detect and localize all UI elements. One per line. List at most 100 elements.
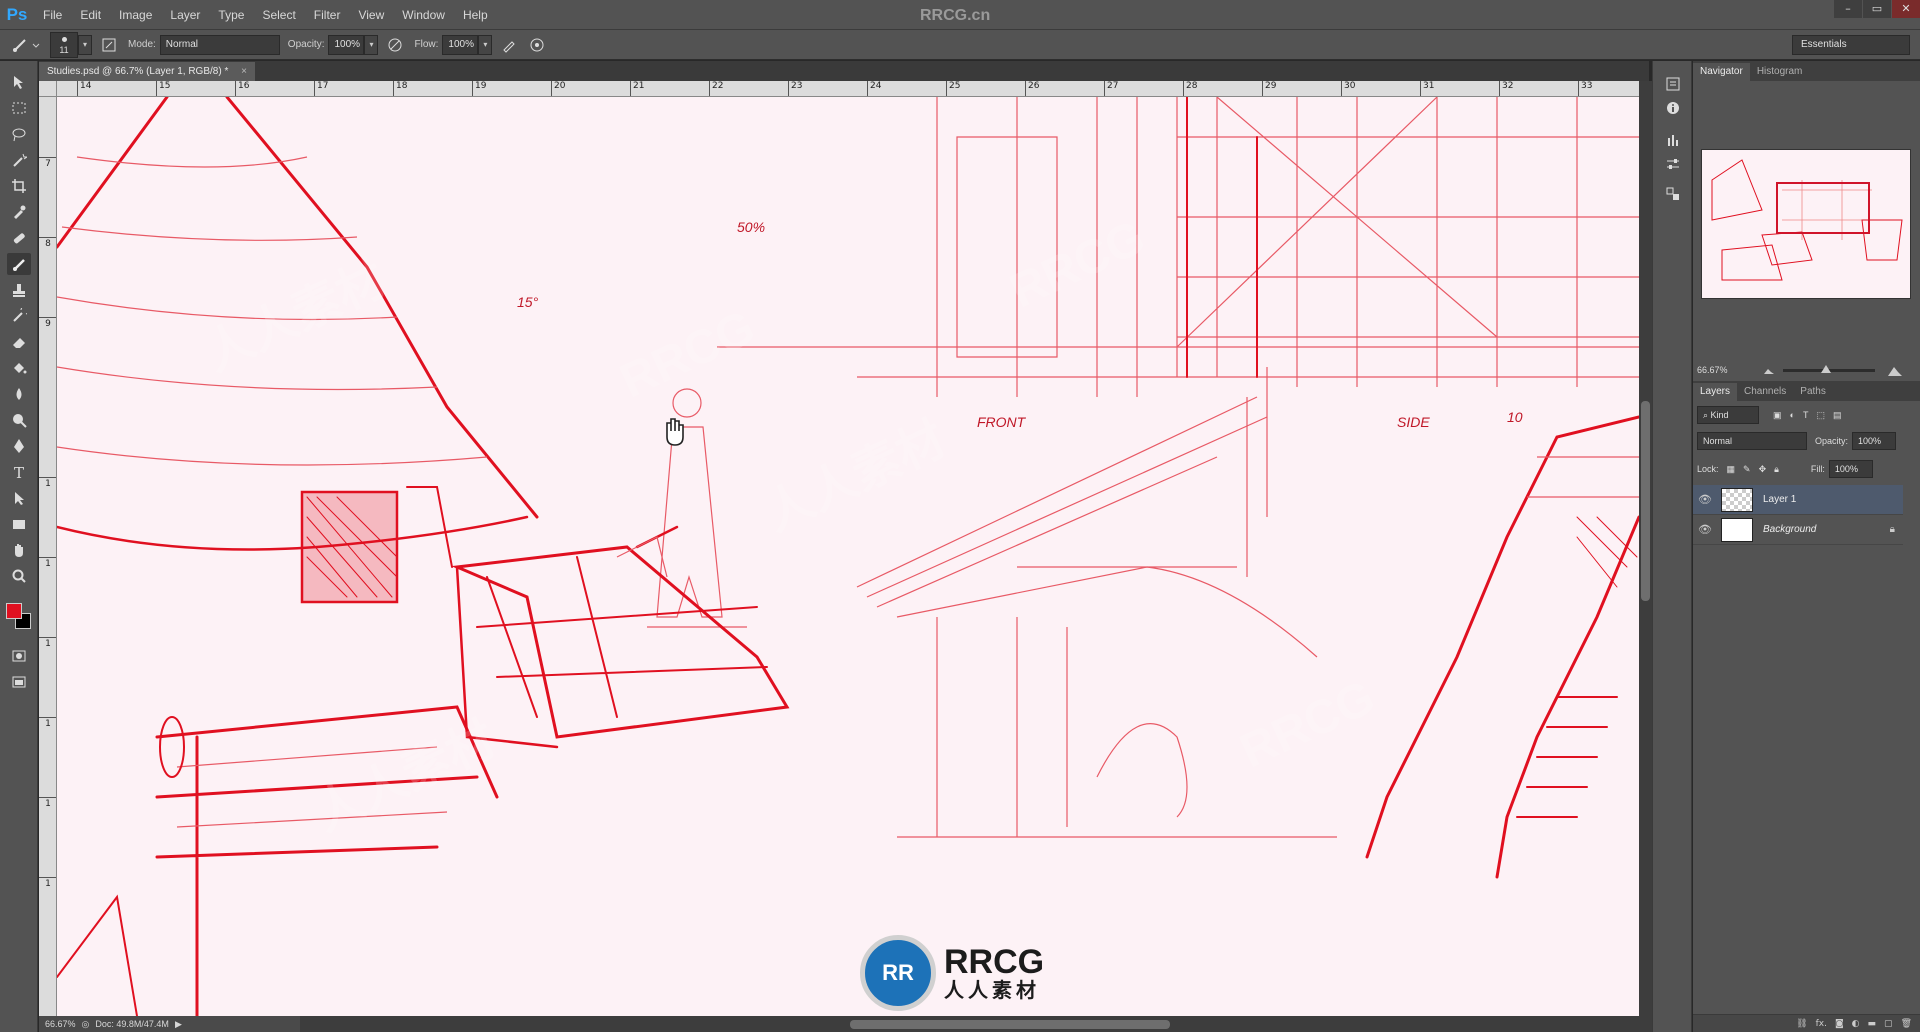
healing-brush-tool[interactable] — [7, 227, 31, 249]
status-menu-arrow[interactable]: ▶ — [175, 1019, 182, 1030]
visibility-eye-icon[interactable]: 👁︎ — [1693, 523, 1717, 536]
opacity-input[interactable]: 100% — [328, 34, 365, 55]
document-tab[interactable]: Studies.psd @ 66.7% (Layer 1, RGB/8) * × — [39, 62, 255, 81]
layer-opacity-input[interactable]: 100% — [1852, 432, 1897, 450]
lasso-tool[interactable] — [7, 123, 31, 145]
lock-all-icon[interactable]: 🔒︎ — [1774, 464, 1779, 475]
smart-object-filter-icon[interactable]: ▤ — [1833, 410, 1842, 421]
history-panel-button[interactable] — [1662, 73, 1684, 95]
layer-row-layer-1[interactable]: 👁︎ Layer 1 — [1693, 485, 1903, 515]
flow-input[interactable]: 100% — [442, 34, 479, 55]
restore-button[interactable]: ▭ — [1863, 0, 1891, 18]
crop-tool[interactable] — [7, 175, 31, 197]
flow-slider-toggle[interactable]: ▾ — [478, 34, 493, 55]
zoom-in-mountain-icon[interactable] — [1887, 362, 1903, 378]
new-group-icon[interactable]: ▬ — [1868, 1019, 1877, 1029]
lock-transparency-icon[interactable]: ▦ — [1727, 464, 1736, 475]
paint-bucket-tool[interactable] — [7, 357, 31, 379]
zoom-level[interactable]: 66.67% — [45, 1019, 76, 1029]
minimize-button[interactable]: – — [1834, 0, 1862, 18]
brush-tool[interactable] — [7, 253, 31, 275]
menu-layer[interactable]: Layer — [161, 8, 209, 22]
tab-histogram[interactable]: Histogram — [1750, 63, 1810, 81]
zoom-slider-knob[interactable] — [1821, 365, 1831, 373]
brush-presets-button[interactable] — [1662, 129, 1684, 151]
adjustment-filter-icon[interactable]: ◐ — [1790, 410, 1795, 421]
history-brush-tool[interactable] — [7, 305, 31, 327]
airbrush-toggle[interactable] — [498, 34, 520, 56]
adjustments-button[interactable] — [1662, 153, 1684, 175]
workspace-switcher[interactable]: Essentials — [1792, 35, 1910, 55]
eraser-tool[interactable] — [7, 331, 31, 353]
vertical-scrollbar[interactable] — [1639, 81, 1652, 1016]
menu-filter[interactable]: Filter — [305, 8, 350, 22]
document-canvas[interactable]: FRONT SIDE 50% 15° 10 人人素材 人人素材 RRCG RRC… — [57, 97, 1639, 1016]
dodge-tool[interactable] — [7, 409, 31, 431]
pixel-filter-icon[interactable]: ▣ — [1773, 410, 1782, 421]
horizontal-ruler[interactable]: 14 15 16 17 18 19 20 21 22 23 24 25 26 2… — [57, 81, 1639, 97]
lock-position-icon[interactable]: ✥ — [1759, 464, 1767, 475]
layer-fill-input[interactable]: 100% — [1828, 460, 1873, 478]
blend-mode-select[interactable]: Normal — [1697, 432, 1807, 450]
ruler-origin[interactable] — [39, 81, 57, 97]
hand-tool[interactable] — [7, 539, 31, 561]
color-swatches[interactable] — [4, 601, 34, 635]
close-document-button[interactable]: × — [241, 66, 247, 77]
clone-stamp-tool[interactable] — [7, 279, 31, 301]
menu-type[interactable]: Type — [209, 8, 253, 22]
tab-layers[interactable]: Layers — [1693, 383, 1738, 401]
info-panel-button[interactable] — [1662, 97, 1684, 119]
navigator-zoom-slider[interactable] — [1783, 365, 1875, 373]
move-tool[interactable] — [7, 71, 31, 93]
tab-navigator[interactable]: Navigator — [1693, 63, 1750, 81]
lock-pixels-icon[interactable]: ✎ — [1743, 464, 1751, 475]
clone-source-button[interactable] — [1662, 183, 1684, 205]
zoom-out-mountain-icon[interactable] — [1763, 364, 1775, 376]
vertical-ruler[interactable]: 7 8 9 1 1 1 1 1 1 — [39, 97, 57, 1016]
link-layers-icon[interactable]: ⛓ — [1796, 1019, 1807, 1029]
tab-paths[interactable]: Paths — [1793, 383, 1833, 401]
blur-tool[interactable] — [7, 383, 31, 405]
adjustment-layer-icon[interactable]: ◐ — [1852, 1019, 1860, 1029]
navigator-preview[interactable] — [1701, 149, 1911, 299]
horizontal-scrollbar[interactable] — [300, 1016, 1652, 1032]
menu-select[interactable]: Select — [253, 8, 304, 22]
horizontal-scroll-thumb[interactable] — [850, 1020, 1170, 1029]
pressure-size-toggle[interactable] — [526, 34, 548, 56]
menu-file[interactable]: File — [34, 8, 71, 22]
screen-mode-toggle[interactable] — [7, 671, 31, 693]
brush-size-picker[interactable]: 11 — [50, 31, 78, 58]
navigator-view-box[interactable] — [1776, 182, 1870, 234]
pen-tool[interactable] — [7, 435, 31, 457]
visibility-eye-icon[interactable]: 👁︎ — [1693, 493, 1717, 506]
marquee-tool[interactable] — [7, 97, 31, 119]
menu-edit[interactable]: Edit — [71, 8, 110, 22]
menu-view[interactable]: View — [349, 8, 393, 22]
zoom-tool[interactable] — [7, 565, 31, 587]
rectangle-tool[interactable] — [7, 513, 31, 535]
menu-image[interactable]: Image — [110, 8, 161, 22]
navigator-zoom-value[interactable]: 66.67% — [1697, 365, 1728, 375]
path-selection-tool[interactable] — [7, 487, 31, 509]
type-tool[interactable]: T — [7, 461, 31, 483]
opacity-slider-toggle[interactable]: ▾ — [364, 34, 379, 55]
menu-window[interactable]: Window — [393, 8, 454, 22]
mode-select[interactable]: Normal — [159, 34, 280, 55]
brush-panel-toggle[interactable] — [98, 34, 120, 56]
menu-help[interactable]: Help — [454, 8, 497, 22]
delete-layer-icon[interactable]: 🗑︎ — [1901, 1019, 1912, 1029]
vertical-scroll-thumb[interactable] — [1641, 401, 1650, 601]
foreground-color-swatch[interactable] — [6, 603, 22, 619]
close-window-button[interactable]: ✕ — [1892, 0, 1920, 18]
layer-style-button[interactable]: fx. — [1816, 1019, 1827, 1029]
new-layer-icon[interactable]: ▢ — [1884, 1019, 1893, 1029]
add-mask-icon[interactable]: ◙ — [1835, 1019, 1844, 1029]
type-filter-icon[interactable]: T — [1803, 410, 1809, 421]
tool-preset-picker[interactable] — [6, 33, 46, 57]
tab-channels[interactable]: Channels — [1737, 383, 1793, 401]
shape-filter-icon[interactable]: ⬚ — [1816, 410, 1825, 421]
eyedropper-tool[interactable] — [7, 201, 31, 223]
magic-wand-tool[interactable] — [7, 149, 31, 171]
layer-row-background[interactable]: 👁︎ Background 🔒︎ — [1693, 515, 1903, 545]
layer-kind-filter[interactable]: ⌕ Kind — [1697, 406, 1759, 424]
